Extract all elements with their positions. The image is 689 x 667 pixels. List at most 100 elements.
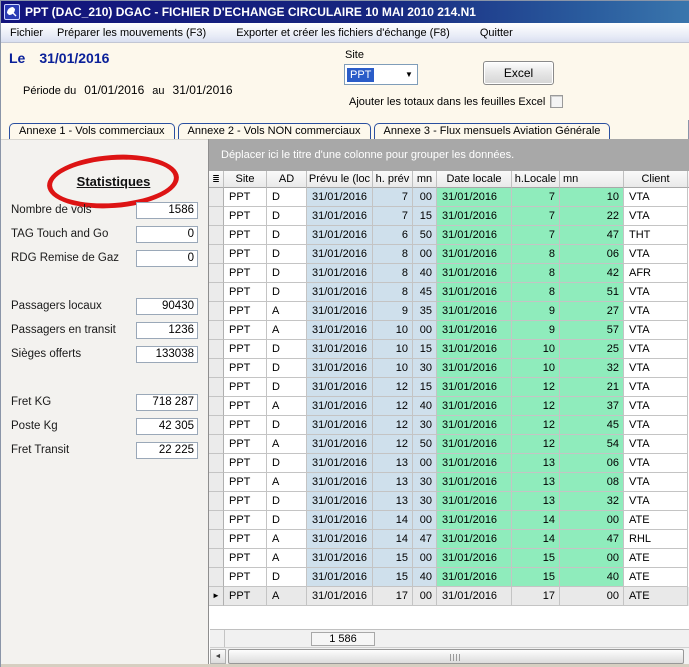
cell-ad[interactable]: D (267, 188, 307, 207)
table-row[interactable]: PPTD31/01/201680031/01/2016806VTA (209, 245, 689, 264)
cell-mn-locale[interactable]: 40 (560, 568, 624, 587)
totaux-checkbox[interactable] (550, 95, 563, 108)
cell-date-locale[interactable]: 31/01/2016 (437, 492, 512, 511)
stat-value-field[interactable]: 133038 (136, 346, 198, 363)
cell-h-locale[interactable]: 12 (512, 416, 560, 435)
cell-client[interactable]: VTA (624, 340, 688, 359)
cell-prevu-date[interactable]: 31/01/2016 (307, 511, 373, 530)
cell-h-prev[interactable]: 14 (373, 530, 413, 549)
cell-h-prev[interactable]: 12 (373, 416, 413, 435)
cell-prevu-date[interactable]: 31/01/2016 (307, 397, 373, 416)
cell-h-prev[interactable]: 10 (373, 321, 413, 340)
stat-value-field[interactable]: 1586 (136, 202, 198, 219)
cell-h-prev[interactable]: 8 (373, 283, 413, 302)
row-indicator-cell[interactable] (209, 188, 224, 207)
cell-mn-prev[interactable]: 35 (413, 302, 437, 321)
table-row[interactable]: PPTD31/01/201670031/01/2016710VTA (209, 188, 689, 207)
stat-value-field[interactable]: 718 287 (136, 394, 198, 411)
row-indicator-cell[interactable] (209, 245, 224, 264)
column-header-h-pr-v[interactable]: h. prév (373, 171, 413, 188)
column-header-mn[interactable]: mn (560, 171, 624, 188)
cell-h-prev[interactable]: 9 (373, 302, 413, 321)
cell-h-locale[interactable]: 8 (512, 264, 560, 283)
cell-mn-prev[interactable]: 40 (413, 264, 437, 283)
cell-mn-locale[interactable]: 21 (560, 378, 624, 397)
cell-prevu-date[interactable]: 31/01/2016 (307, 378, 373, 397)
cell-client[interactable]: AFR (624, 264, 688, 283)
cell-mn-locale[interactable]: 00 (560, 587, 624, 606)
row-indicator-cell[interactable] (209, 549, 224, 568)
cell-client[interactable]: VTA (624, 454, 688, 473)
cell-prevu-date[interactable]: 31/01/2016 (307, 264, 373, 283)
table-row[interactable]: PPTD31/01/2016101531/01/20161025VTA (209, 340, 689, 359)
cell-h-prev[interactable]: 12 (373, 435, 413, 454)
cell-mn-locale[interactable]: 25 (560, 340, 624, 359)
menu-item-4[interactable]: Quitter (473, 24, 520, 42)
row-indicator-cell[interactable] (209, 321, 224, 340)
cell-client[interactable]: VTA (624, 302, 688, 321)
row-indicator-cell[interactable] (209, 416, 224, 435)
cell-h-prev[interactable]: 7 (373, 207, 413, 226)
cell-date-locale[interactable]: 31/01/2016 (437, 397, 512, 416)
cell-h-prev[interactable]: 7 (373, 188, 413, 207)
cell-site[interactable]: PPT (224, 397, 267, 416)
cell-ad[interactable]: A (267, 321, 307, 340)
current-row-marker[interactable]: ► (209, 587, 224, 606)
cell-date-locale[interactable]: 31/01/2016 (437, 530, 512, 549)
cell-date-locale[interactable]: 31/01/2016 (437, 321, 512, 340)
cell-mn-locale[interactable]: 45 (560, 416, 624, 435)
table-row[interactable]: PPTD31/01/2016154031/01/20161540ATE (209, 568, 689, 587)
table-row[interactable]: PPTD31/01/201684531/01/2016851VTA (209, 283, 689, 302)
cell-prevu-date[interactable]: 31/01/2016 (307, 473, 373, 492)
table-row[interactable]: PPTD31/01/201665031/01/2016747THT (209, 226, 689, 245)
cell-h-locale[interactable]: 7 (512, 188, 560, 207)
cell-h-prev[interactable]: 12 (373, 378, 413, 397)
column-header-client[interactable]: Client (624, 171, 688, 188)
cell-ad[interactable]: D (267, 416, 307, 435)
cell-date-locale[interactable]: 31/01/2016 (437, 454, 512, 473)
cell-date-locale[interactable]: 31/01/2016 (437, 302, 512, 321)
cell-date-locale[interactable]: 31/01/2016 (437, 549, 512, 568)
cell-ad[interactable]: A (267, 473, 307, 492)
row-indicator-cell[interactable] (209, 511, 224, 530)
cell-date-locale[interactable]: 31/01/2016 (437, 245, 512, 264)
cell-mn-prev[interactable]: 00 (413, 188, 437, 207)
cell-ad[interactable]: D (267, 226, 307, 245)
cell-date-locale[interactable]: 31/01/2016 (437, 435, 512, 454)
cell-h-prev[interactable]: 14 (373, 511, 413, 530)
cell-client[interactable]: VTA (624, 207, 688, 226)
cell-mn-locale[interactable]: 00 (560, 511, 624, 530)
cell-date-locale[interactable]: 31/01/2016 (437, 188, 512, 207)
cell-mn-prev[interactable]: 00 (413, 587, 437, 606)
cell-h-locale[interactable]: 17 (512, 587, 560, 606)
cell-site[interactable]: PPT (224, 359, 267, 378)
cell-h-locale[interactable]: 8 (512, 245, 560, 264)
cell-h-prev[interactable]: 15 (373, 568, 413, 587)
cell-site[interactable]: PPT (224, 378, 267, 397)
cell-h-locale[interactable]: 10 (512, 340, 560, 359)
cell-mn-prev[interactable]: 50 (413, 435, 437, 454)
table-row[interactable]: PPTD31/01/2016121531/01/20161221VTA (209, 378, 689, 397)
row-indicator-cell[interactable] (209, 378, 224, 397)
cell-date-locale[interactable]: 31/01/2016 (437, 378, 512, 397)
row-indicator-cell[interactable] (209, 340, 224, 359)
cell-h-prev[interactable]: 13 (373, 473, 413, 492)
cell-date-locale[interactable]: 31/01/2016 (437, 207, 512, 226)
cell-mn-prev[interactable]: 15 (413, 340, 437, 359)
column-header-h-locale[interactable]: h.Locale (512, 171, 560, 188)
column-header-mn[interactable]: mn (413, 171, 437, 188)
cell-mn-locale[interactable]: 32 (560, 492, 624, 511)
stat-value-field[interactable]: 22 225 (136, 442, 198, 459)
chevron-down-icon[interactable]: ▼ (401, 70, 417, 79)
cell-site[interactable]: PPT (224, 283, 267, 302)
cell-mn-prev[interactable]: 30 (413, 473, 437, 492)
cell-prevu-date[interactable]: 31/01/2016 (307, 207, 373, 226)
table-row[interactable]: PPTD31/01/201684031/01/2016842AFR (209, 264, 689, 283)
cell-client[interactable]: ATE (624, 511, 688, 530)
row-indicator-cell[interactable] (209, 207, 224, 226)
scroll-left-arrow-icon[interactable]: ◄ (210, 649, 226, 664)
stat-value-field[interactable]: 1236 (136, 322, 198, 339)
column-header-date-locale[interactable]: Date locale (437, 171, 512, 188)
cell-mn-locale[interactable]: 10 (560, 188, 624, 207)
cell-mn-prev[interactable]: 00 (413, 511, 437, 530)
